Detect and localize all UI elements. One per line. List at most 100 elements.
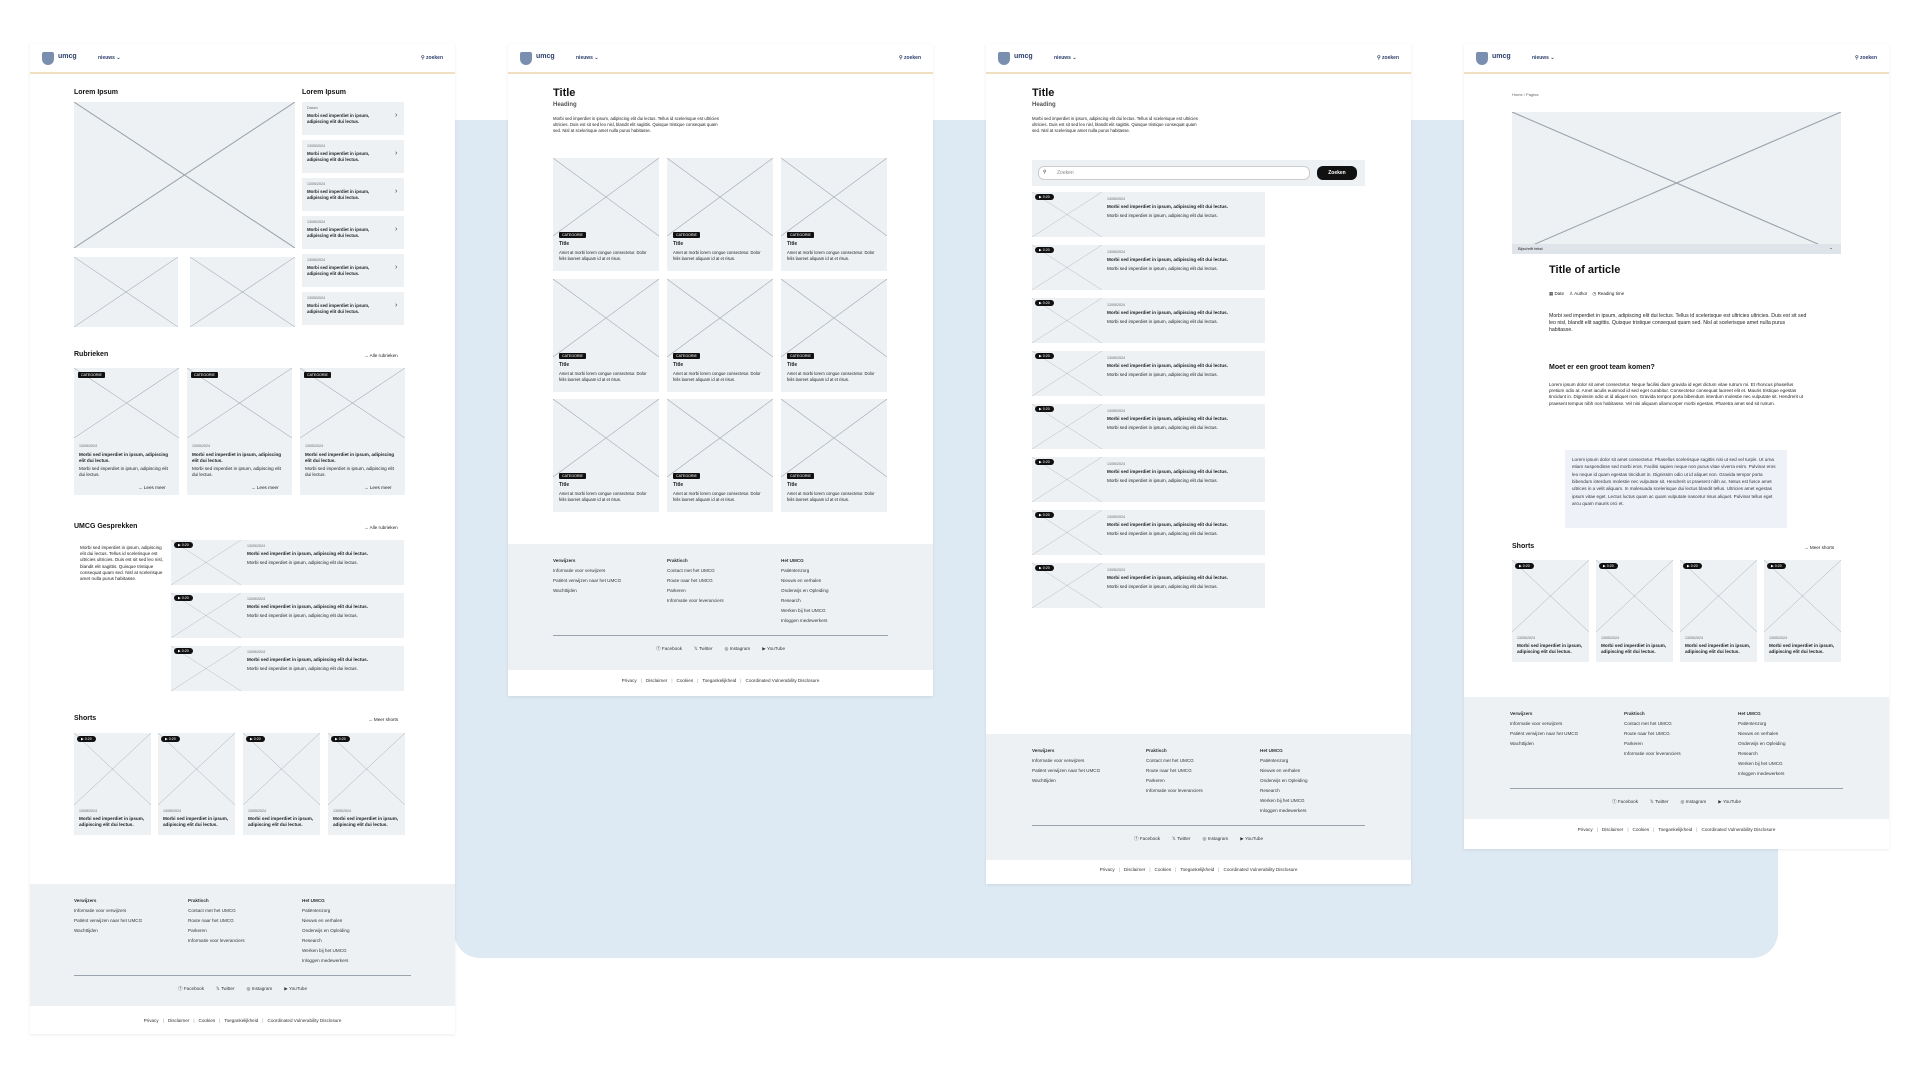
- legal-link[interactable]: Coordinated Vulnerability Disclosure: [746, 678, 820, 683]
- legal-link[interactable]: Cookies: [677, 678, 694, 683]
- nieuws-menu[interactable]: nieuws ⌄: [576, 55, 599, 61]
- search-result-item[interactable]: ▶ 0:20 13/05/2024 Morbi sed imperdiet in i…: [1032, 351, 1265, 396]
- legal-link[interactable]: Privacy: [144, 1018, 159, 1023]
- footer-link[interactable]: Onderwijs en Opleiding: [302, 926, 350, 936]
- search-input[interactable]: Zoeken: [1038, 166, 1310, 180]
- search-result-item[interactable]: ▶ 0:20 13/05/2024 Morbi sed imperdiet in i…: [1032, 298, 1265, 343]
- footer-link[interactable]: Nieuws en verhalen: [302, 916, 350, 926]
- footer-link[interactable]: Wachttijden: [1510, 739, 1578, 749]
- brand-name[interactable]: umcg: [536, 53, 555, 60]
- footer-link[interactable]: Patiënt verwijzen naar het UMCG: [1510, 729, 1578, 739]
- legal-link[interactable]: Coordinated Vulnerability Disclosure: [1702, 827, 1776, 832]
- footer-link[interactable]: Patiëntenzorg: [781, 566, 829, 576]
- nieuws-menu[interactable]: nieuws ⌄: [1532, 55, 1555, 61]
- nieuws-menu[interactable]: nieuws ⌄: [98, 55, 121, 61]
- footer-link[interactable]: Parkeren: [188, 926, 245, 936]
- news-list-item[interactable]: 13/05/2024 Morbi sed imperdiet in ipsum, …: [302, 292, 404, 325]
- breadcrumb-home[interactable]: Home: [1512, 92, 1523, 97]
- lees-meer-link[interactable]: → Lees meer: [251, 485, 279, 491]
- short-card[interactable]: ▶ 0:20 13/05/2024 Morbi sed imperdiet in i…: [74, 733, 151, 835]
- gesprek-item[interactable]: ▶ 0:20 13/05/2024 Morbi sed imperdiet in i…: [171, 646, 404, 691]
- news-list-item[interactable]: 13/05/2024 Morbi sed imperdiet in ipsum, …: [302, 178, 404, 211]
- chevron-down-icon[interactable]: ⌄: [1829, 245, 1833, 251]
- article-hero-image[interactable]: Bijschrift tekst ⌄: [1512, 112, 1841, 254]
- footer-link[interactable]: Patiënt verwijzen naar het UMCG: [553, 576, 621, 586]
- footer-link[interactable]: Informatie voor leveranciers: [1624, 749, 1681, 759]
- footer-link[interactable]: Research: [781, 596, 829, 606]
- news-list-item[interactable]: 13/05/2024 Morbi sed imperdiet in ipsum, …: [302, 216, 404, 249]
- legal-link[interactable]: Privacy: [1100, 867, 1115, 872]
- footer-link[interactable]: Route naar het UMCG: [1146, 766, 1203, 776]
- search-link[interactable]: ⚲ zoeken: [1855, 55, 1877, 61]
- footer-link[interactable]: Patiënt verwijzen naar het UMCG: [1032, 766, 1100, 776]
- footer-link[interactable]: Inloggen medewerkers: [1738, 769, 1786, 779]
- footer-link[interactable]: Wachttijden: [74, 926, 142, 936]
- footer-link[interactable]: Wachttijden: [1032, 776, 1100, 786]
- social-link[interactable]: ▶ YouTube: [284, 986, 307, 991]
- legal-link[interactable]: Cookies: [1633, 827, 1650, 832]
- umcg-logo[interactable]: [1476, 52, 1488, 65]
- social-link[interactable]: 𝕏 Twitter: [1172, 836, 1190, 841]
- footer-link[interactable]: Inloggen medewerkers: [1260, 806, 1308, 816]
- news-list-item[interactable]: 13/05/2024 Morbi sed imperdiet in ipsum, …: [302, 254, 404, 287]
- social-link[interactable]: ⓕ Facebook: [1134, 836, 1160, 841]
- brand-name[interactable]: umcg: [1492, 53, 1511, 60]
- footer-link[interactable]: Werken bij het UMCG: [781, 606, 829, 616]
- news-list-item[interactable]: 13/05/2024 Morbi sed imperdiet in ipsum, …: [302, 140, 404, 173]
- footer-link[interactable]: Informatie voor verwijzers: [553, 566, 621, 576]
- umcg-logo[interactable]: [42, 52, 54, 65]
- news-list-item[interactable]: Datum Morbi sed imperdiet in ipsum, adipi…: [302, 102, 404, 135]
- short-card[interactable]: ▶ 0:20 13/05/2024 Morbi sed imperdiet in i…: [1512, 560, 1589, 662]
- search-result-item[interactable]: ▶ 0:20 13/05/2024 Morbi sed imperdiet in i…: [1032, 245, 1265, 290]
- nieuws-menu[interactable]: nieuws ⌄: [1054, 55, 1077, 61]
- umcg-logo[interactable]: [998, 52, 1010, 65]
- legal-link[interactable]: Cookies: [1155, 867, 1172, 872]
- search-link[interactable]: ⚲ zoeken: [899, 55, 921, 61]
- social-link[interactable]: ◎ Instagram: [1202, 836, 1228, 841]
- footer-link[interactable]: Inloggen medewerkers: [302, 956, 350, 966]
- footer-link[interactable]: Research: [1738, 749, 1786, 759]
- footer-link[interactable]: Onderwijs en Opleiding: [1738, 739, 1786, 749]
- footer-link[interactable]: Wachttijden: [553, 586, 621, 596]
- social-link[interactable]: ◎ Instagram: [246, 986, 272, 991]
- footer-link[interactable]: Patiëntenzorg: [302, 906, 350, 916]
- legal-link[interactable]: Toegankelijkheid: [702, 678, 736, 683]
- overview-card[interactable]: CATEGORIE Title Amet at morbi lorem congue…: [667, 279, 773, 392]
- alle-rubrieken-link[interactable]: → Alle rubrieken: [364, 353, 398, 359]
- legal-link[interactable]: Coordinated Vulnerability Disclosure: [1224, 867, 1298, 872]
- footer-link[interactable]: Contact met het UMCG: [188, 906, 245, 916]
- social-link[interactable]: 𝕏 Twitter: [216, 986, 234, 991]
- footer-link[interactable]: Werken bij het UMCG: [1738, 759, 1786, 769]
- legal-link[interactable]: Disclaimer: [168, 1018, 189, 1023]
- search-link[interactable]: ⚲ zoeken: [421, 55, 443, 61]
- short-card[interactable]: ▶ 0:20 13/05/2024 Morbi sed imperdiet in i…: [158, 733, 235, 835]
- search-result-item[interactable]: ▶ 0:20 13/05/2024 Morbi sed imperdiet in i…: [1032, 563, 1265, 608]
- umcg-logo[interactable]: [520, 52, 532, 65]
- lees-meer-link[interactable]: → Lees meer: [364, 485, 392, 491]
- footer-link[interactable]: Nieuws en verhalen: [781, 576, 829, 586]
- footer-link[interactable]: Inloggen medewerkers: [781, 616, 829, 626]
- legal-link[interactable]: Cookies: [199, 1018, 216, 1023]
- footer-link[interactable]: Contact met het UMCG: [667, 566, 724, 576]
- legal-link[interactable]: Toegankelijkheid: [1658, 827, 1692, 832]
- social-link[interactable]: 𝕏 Twitter: [1650, 799, 1668, 804]
- footer-link[interactable]: Parkeren: [667, 586, 724, 596]
- legal-link[interactable]: Toegankelijkheid: [1180, 867, 1214, 872]
- footer-link[interactable]: Informatie voor verwijzers: [1510, 719, 1578, 729]
- footer-link[interactable]: Parkeren: [1146, 776, 1203, 786]
- short-card[interactable]: ▶ 0:20 13/05/2024 Morbi sed imperdiet in i…: [1596, 560, 1673, 662]
- footer-link[interactable]: Onderwijs en Opleiding: [781, 586, 829, 596]
- short-card[interactable]: ▶ 0:20 13/05/2024 Morbi sed imperdiet in i…: [1764, 560, 1841, 662]
- short-card[interactable]: ▶ 0:20 13/05/2024 Morbi sed imperdiet in i…: [1680, 560, 1757, 662]
- footer-link[interactable]: Patiëntenzorg: [1738, 719, 1786, 729]
- rubriek-card[interactable]: CATEGORIE 13/05/2024 Morbi sed imperdiet i…: [187, 368, 292, 495]
- social-link[interactable]: 𝕏 Twitter: [694, 646, 712, 651]
- footer-link[interactable]: Onderwijs en Opleiding: [1260, 776, 1308, 786]
- social-link[interactable]: ▶ YouTube: [762, 646, 785, 651]
- footer-link[interactable]: Patiëntenzorg: [1260, 756, 1308, 766]
- footer-link[interactable]: Werken bij het UMCG: [302, 946, 350, 956]
- overview-card[interactable]: CATEGORIE Title Amet at morbi lorem congue…: [781, 399, 887, 512]
- social-link[interactable]: ⓕ Facebook: [1612, 799, 1638, 804]
- social-link[interactable]: ◎ Instagram: [724, 646, 750, 651]
- alle-rubrieken-link[interactable]: → Alle rubrieken: [364, 525, 398, 531]
